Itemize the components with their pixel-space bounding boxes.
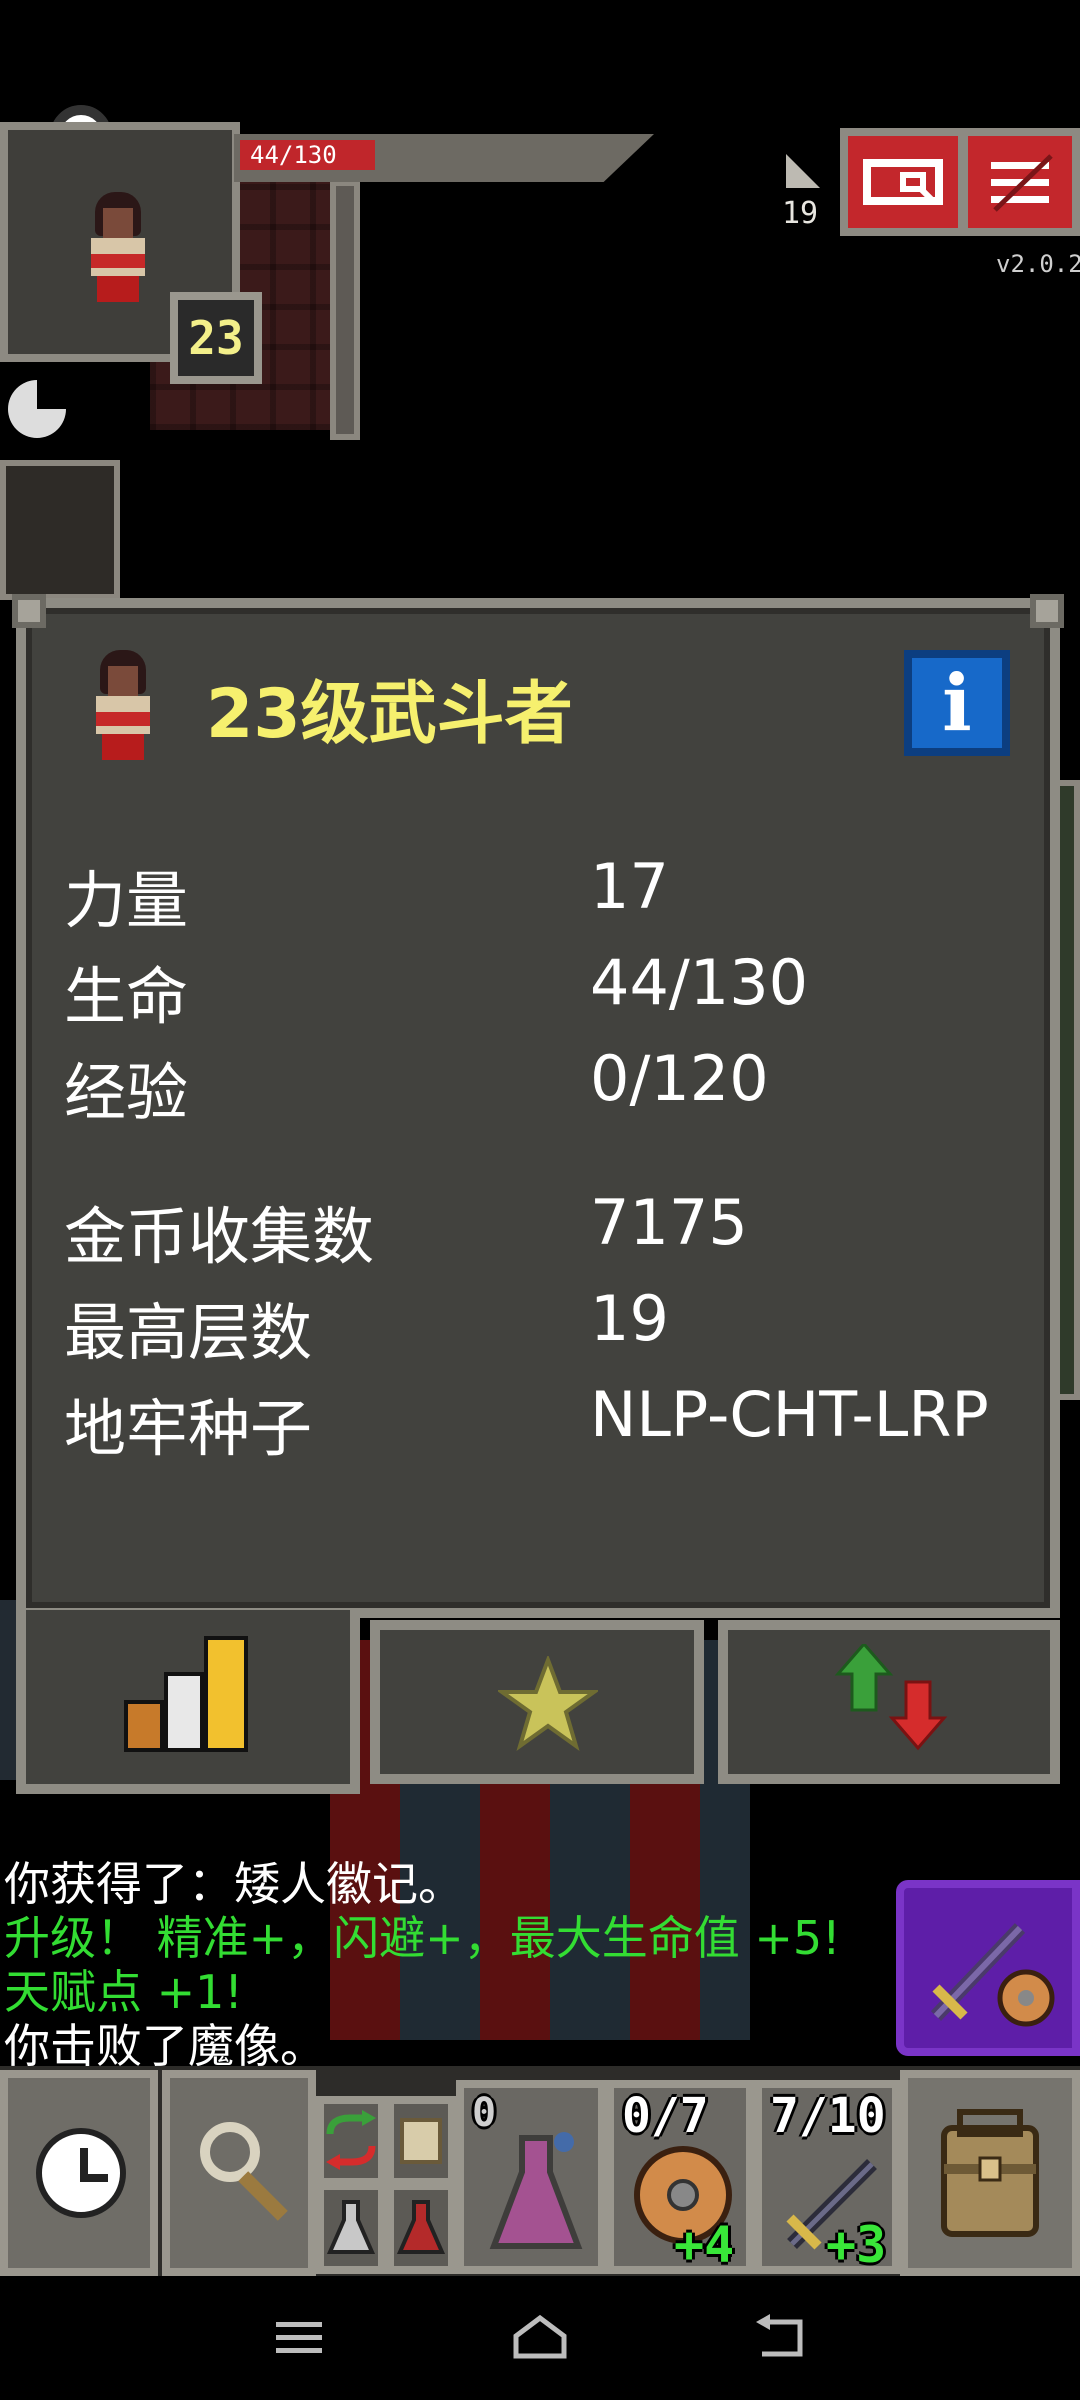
talents-tab-icon bbox=[498, 1656, 598, 1751]
quickslot-sword[interactable]: 7/10 +3 bbox=[754, 2080, 900, 2274]
system-nav-bar bbox=[0, 2276, 1080, 2400]
stat-label-experience: 经验 bbox=[64, 1056, 189, 1129]
stat-value-gold-collected: 7175 bbox=[590, 1186, 748, 1259]
dungeon-wall bbox=[330, 180, 360, 440]
tab-talents[interactable] bbox=[370, 1620, 704, 1784]
shield-charge: 0/7 bbox=[622, 2088, 709, 2144]
window-corner bbox=[12, 594, 46, 628]
version-label: v2.0.2 bbox=[996, 250, 1080, 278]
stats-tab-icon bbox=[124, 1636, 248, 1752]
stat-value-health: 44/130 bbox=[590, 946, 809, 1019]
buffs-tab-icon bbox=[834, 1644, 948, 1751]
backpack-icon bbox=[941, 2109, 1039, 2237]
journal-button[interactable] bbox=[840, 128, 966, 236]
swap-button[interactable] bbox=[316, 2096, 386, 2186]
shield-bonus: +4 bbox=[674, 2216, 735, 2274]
quickslot-potion[interactable]: 0 bbox=[456, 2080, 606, 2274]
hp-text: 44/130 bbox=[250, 141, 337, 169]
red-potion-icon bbox=[396, 2200, 446, 2254]
hero-sprite bbox=[83, 192, 153, 302]
sword-bonus: +3 bbox=[826, 2216, 887, 2274]
sword-and-shield-icon bbox=[930, 1923, 1055, 2027]
attack-quickslot[interactable] bbox=[896, 1880, 1080, 2056]
stat-label-max-depth: 最高层数 bbox=[64, 1296, 313, 1369]
stat-label-dungeon-seed: 地牢种子 bbox=[64, 1392, 313, 1465]
sword-charge: 7/10 bbox=[770, 2088, 886, 2144]
busy-indicator bbox=[8, 380, 66, 438]
wait-button[interactable] bbox=[0, 2070, 158, 2276]
pink-potion-icon bbox=[489, 2132, 583, 2249]
stat-value-max-depth: 19 bbox=[590, 1282, 669, 1355]
quickslot-shield[interactable]: 0/7 +4 bbox=[606, 2080, 754, 2274]
search-icon-handle bbox=[238, 2171, 288, 2221]
stat-value-experience: 0/120 bbox=[590, 1042, 769, 1115]
red-potion-button[interactable] bbox=[386, 2182, 456, 2274]
stat-value-dungeon-seed: NLP-CHT-LRP bbox=[590, 1378, 989, 1451]
menu-button[interactable] bbox=[960, 128, 1080, 236]
stat-value-strength: 17 bbox=[590, 850, 669, 923]
dungeon-wall bbox=[0, 460, 120, 600]
info-icon: i bbox=[942, 657, 972, 749]
scroll-icon bbox=[400, 2118, 442, 2164]
window-title: 23级武斗者 bbox=[206, 675, 573, 754]
info-button[interactable]: i bbox=[904, 650, 1010, 756]
back-icon[interactable] bbox=[752, 2312, 808, 2362]
recent-apps-icon[interactable] bbox=[274, 2318, 324, 2358]
flask-button[interactable] bbox=[316, 2182, 386, 2274]
clock-icon bbox=[36, 2128, 126, 2218]
empty-flask-icon bbox=[326, 2200, 376, 2254]
stat-label-gold-collected: 金币收集数 bbox=[64, 1200, 375, 1273]
tab-buffs[interactable] bbox=[718, 1620, 1060, 1784]
journal-icon bbox=[863, 159, 943, 205]
stat-label-strength: 力量 bbox=[64, 864, 189, 937]
window-corner bbox=[1030, 594, 1064, 628]
hero-level-badge: 23 bbox=[170, 292, 262, 384]
dungeon-depth: 19 bbox=[782, 196, 819, 231]
backpack-button[interactable] bbox=[900, 2070, 1080, 2276]
scroll-button[interactable] bbox=[386, 2096, 456, 2186]
menu-icon bbox=[991, 154, 1053, 212]
hero-sprite bbox=[88, 650, 158, 760]
stat-label-health: 生命 bbox=[64, 960, 189, 1033]
search-icon bbox=[200, 2122, 260, 2182]
search-button[interactable] bbox=[162, 2070, 316, 2276]
home-icon[interactable] bbox=[510, 2312, 570, 2362]
swap-arrows-icon bbox=[326, 2110, 376, 2170]
tab-stats[interactable] bbox=[16, 1610, 360, 1794]
